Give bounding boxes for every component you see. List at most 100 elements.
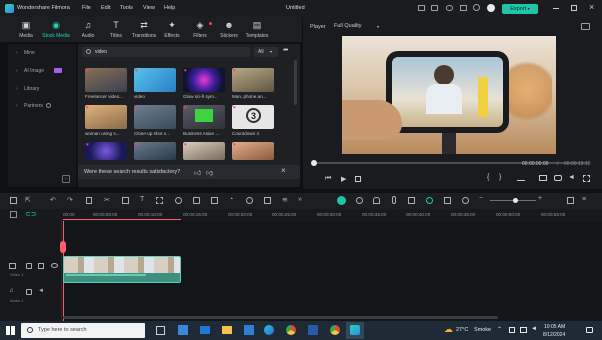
edge-icon[interactable]: [264, 325, 274, 335]
voiceover-icon[interactable]: [408, 197, 415, 204]
snapshot-icon[interactable]: [581, 23, 590, 30]
play-icon[interactable]: ▶︎: [341, 175, 346, 183]
clock-date[interactable]: 8/12/2024: [543, 332, 565, 338]
thumbs-down-icon[interactable]: 👎︎: [206, 168, 213, 177]
more-tools-icon[interactable]: »: [298, 196, 302, 203]
media-thumbnail[interactable]: ♥: [183, 105, 225, 129]
sidebar-item-ai-image[interactable]: › AI Image: [8, 66, 76, 77]
network-icon[interactable]: [520, 327, 527, 333]
timeline-grid-icon[interactable]: [567, 197, 574, 204]
media-thumbnail[interactable]: ♥: [134, 142, 176, 160]
media-thumbnail[interactable]: ♥: [85, 105, 127, 129]
taskbar-search[interactable]: Type here to search: [21, 323, 145, 338]
media-thumbnail[interactable]: ♥: [85, 68, 127, 92]
timeline-menu-icon[interactable]: ≡: [582, 196, 586, 203]
tab-media[interactable]: ▣ Media: [9, 20, 43, 39]
media-scrollbar[interactable]: [294, 60, 297, 105]
volume-icon[interactable]: ◄: [568, 174, 575, 181]
menu-file[interactable]: File: [82, 5, 91, 11]
volume-icon[interactable]: ◄: [38, 288, 44, 294]
stabilize-icon[interactable]: [264, 197, 271, 204]
quality-select[interactable]: Full Quality ▾: [334, 23, 384, 32]
file-explorer-icon[interactable]: [222, 326, 232, 334]
filter-select[interactable]: All ▾: [254, 47, 278, 57]
zoom-out-icon[interactable]: [462, 197, 469, 204]
filmora-taskbar-icon[interactable]: [346, 322, 364, 339]
mark-out-icon[interactable]: }: [499, 174, 501, 181]
audio-sync-icon[interactable]: ≋: [282, 196, 288, 204]
record-icon[interactable]: [356, 197, 363, 204]
stop-icon[interactable]: [355, 176, 361, 182]
export-button[interactable]: Export ▾: [502, 4, 538, 14]
feedback-icon[interactable]: [431, 5, 438, 11]
menu-help[interactable]: Help: [164, 5, 175, 11]
avatar[interactable]: [487, 4, 495, 12]
minimize-icon[interactable]: [553, 8, 559, 9]
undo-icon[interactable]: ↶: [50, 196, 56, 204]
word-icon[interactable]: [308, 325, 318, 335]
menu-edit[interactable]: Edit: [101, 5, 110, 11]
monitor-icon[interactable]: [539, 175, 547, 181]
playhead-handle[interactable]: [60, 241, 66, 253]
render-icon[interactable]: [337, 196, 346, 205]
media-thumbnail[interactable]: ♥: [232, 68, 274, 92]
media-thumbnail[interactable]: ♥: [85, 142, 127, 160]
split-icon[interactable]: [517, 176, 525, 181]
collapse-sidebar-button[interactable]: ‹: [62, 175, 70, 183]
media-thumbnail[interactable]: ♥: [232, 142, 274, 160]
tray-icon[interactable]: [509, 327, 515, 333]
search-input[interactable]: video: [82, 47, 250, 57]
video-clip[interactable]: [63, 256, 181, 283]
delete-icon[interactable]: [86, 197, 92, 204]
sidebar-item-library[interactable]: › Library: [8, 84, 76, 95]
thumbs-up-icon[interactable]: 👍︎: [194, 168, 201, 177]
mute-video-icon[interactable]: [38, 263, 44, 269]
close-icon[interactable]: ×: [589, 2, 594, 12]
playhead-knob[interactable]: [311, 160, 317, 166]
zoom-slider-knob[interactable]: [513, 198, 518, 203]
menu-tools[interactable]: Tools: [120, 5, 133, 11]
color-icon[interactable]: [175, 197, 182, 204]
text-tool-icon[interactable]: T: [140, 196, 144, 203]
media-thumbnail[interactable]: ♥: [134, 105, 176, 129]
lock-icon[interactable]: [26, 289, 32, 295]
speed-icon[interactable]: ◔: [229, 196, 233, 203]
media-thumbnail[interactable]: 3 ♥: [232, 105, 274, 129]
chrome-icon[interactable]: [330, 325, 340, 335]
clock-time[interactable]: 10:05 AM: [544, 324, 565, 330]
select-tool-icon[interactable]: ⇱: [25, 196, 31, 204]
add-track-icon[interactable]: [10, 211, 17, 218]
snapshot-frame-icon[interactable]: [444, 197, 451, 204]
tab-stock-media[interactable]: ◉ Stock Media: [39, 20, 73, 39]
mark-in-icon[interactable]: {: [487, 174, 489, 181]
cloud-icon[interactable]: [446, 5, 453, 11]
layout-icon[interactable]: [418, 5, 425, 11]
lock-icon[interactable]: [26, 263, 32, 269]
camera-icon[interactable]: [554, 175, 562, 181]
link-icon[interactable]: ⊂⊃: [25, 210, 37, 218]
download-icon[interactable]: [473, 4, 480, 11]
notification-icon[interactable]: [586, 327, 593, 333]
mask-icon[interactable]: [193, 197, 200, 204]
redo-icon[interactable]: ↷: [67, 196, 73, 204]
media-thumbnail[interactable]: ♥: [183, 68, 225, 92]
timer-icon[interactable]: [246, 197, 253, 204]
previous-frame-icon[interactable]: ⏮︎: [325, 175, 331, 183]
tab-templates[interactable]: ▤ Templates: [240, 20, 274, 39]
ai-tool-icon[interactable]: [426, 197, 433, 204]
timeline-ruler[interactable]: ⊂⊃ 00:00 00:00:05:00 00:00:10:00 00:00:1…: [0, 209, 602, 221]
gift-icon[interactable]: [460, 5, 467, 11]
mail-icon[interactable]: [200, 326, 210, 334]
layout-grid-icon[interactable]: [10, 197, 17, 204]
cut-icon[interactable]: ✂︎: [104, 196, 110, 204]
transform-icon[interactable]: [156, 197, 163, 204]
app-icon[interactable]: [178, 325, 188, 335]
sidebar-item-mine[interactable]: › Mine: [8, 48, 76, 59]
media-thumbnail[interactable]: ♥: [183, 142, 225, 160]
task-view-icon[interactable]: [156, 326, 165, 335]
timeline-scrollbar[interactable]: [63, 316, 498, 319]
tray-chevron-up-icon[interactable]: ⌃: [497, 326, 502, 333]
microphone-icon[interactable]: [392, 196, 396, 204]
menu-view[interactable]: View: [143, 5, 155, 11]
chrome-icon[interactable]: [286, 325, 296, 335]
